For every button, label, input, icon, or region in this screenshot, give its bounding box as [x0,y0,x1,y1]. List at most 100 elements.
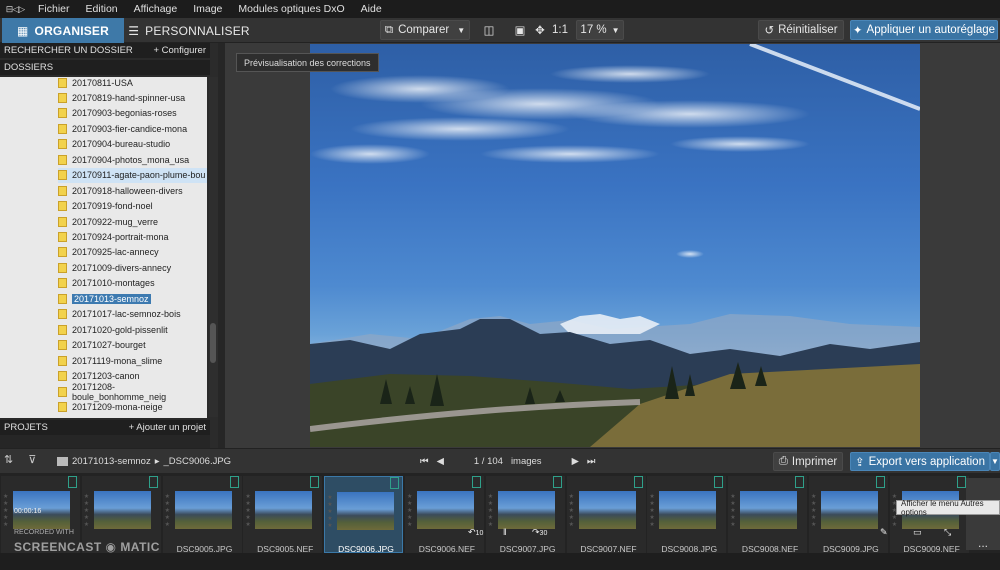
compare-view-icon[interactable]: ▭ [913,527,922,538]
rating-stars-icon[interactable]: ★ ★ ★ ★ ★ [165,494,172,529]
rating-stars-icon[interactable]: ★ ★ ★ ★ ★ [649,494,656,529]
print-label: Imprimer [791,455,838,468]
export-dropdown[interactable]: ▼ [990,452,1000,471]
filmstrip-item[interactable]: ★ ★ ★ ★ ★ [647,476,727,553]
breadcrumb-folder[interactable]: 20171013-semnoz [72,456,151,467]
sort-filter-controls[interactable]: ⇅ ⊽ [4,453,52,469]
folder-item[interactable]: 20171009-divers-annecy [58,260,207,275]
folder-icon [58,216,67,227]
filmstrip-item[interactable]: ★ ★ ★ ★ ★ [809,476,888,553]
pause-icon[interactable]: ‖ [503,527,507,537]
add-project-link[interactable]: + Ajouter un projet [129,422,206,433]
reset-button[interactable]: ↺ Réinitialiser [758,20,844,40]
collapse-icon[interactable]: ⤡ [944,527,951,538]
configure-link[interactable]: + Configurer [153,45,206,56]
first-image-icon[interactable]: ⏮ [420,456,429,467]
rating-stars-icon[interactable]: ★ ★ ★ ★ ★ [569,494,576,529]
rating-stars-icon[interactable]: ★ ★ ★ ★ ★ [245,494,252,529]
folder-scrollbar-thumb[interactable] [210,323,216,363]
tab-personalize[interactable]: ☰ PERSONNALISER [124,18,254,43]
correction-flag-icon [633,476,643,488]
filmstrip-item[interactable]: ★ ★ ★ ★ ★ [566,476,646,553]
folder-label: 20170924-portrait-mona [72,232,169,242]
folder-icon [58,154,67,165]
rotate-left-icon[interactable]: ↶10 [468,527,483,538]
folder-item[interactable]: 20171208-boule_bonhomme_neig [58,382,207,402]
filmstrip-item[interactable]: ★ ★ ★ ★ ★ [162,476,242,553]
split-view-icon[interactable]: ◫ [478,20,500,40]
image-counter: 1 / 104 [473,455,503,467]
menu-aide[interactable]: Aide [353,3,390,15]
last-image-icon[interactable]: ⏭ [587,456,596,467]
folder-label: 20170919-fond-noel [72,201,153,212]
printer-icon: ⎙ [778,455,788,467]
folder-icon [58,247,67,258]
rating-stars-icon[interactable]: ★ ★ ★ ★ ★ [730,494,737,529]
rating-stars-icon[interactable]: ★ ★ ★ ★ ★ [811,494,818,529]
menu-fichier[interactable]: Fichier [30,3,78,15]
thumbnail-image [417,491,474,529]
rating-stars-icon[interactable]: ★ ★ ★ ★ ★ [3,494,10,529]
folder-item[interactable]: 20170922-mug_verre [58,214,207,229]
sort-icon[interactable]: ⇅ [4,454,13,466]
folder-item[interactable]: 20171209-mona-neige [58,399,207,414]
export-button[interactable]: ⇪ Export vers application [850,452,990,471]
rating-stars-icon[interactable]: ★ ★ ★ ★ ★ [488,494,495,529]
zoom-100-button[interactable]: 1:1 [551,20,569,40]
projects-list[interactable] [0,435,210,448]
rotate-right-icon[interactable]: ↷30 [532,527,547,538]
tab-organize[interactable]: ▦ ORGANISER [2,18,124,43]
folder-item[interactable]: 20170911-agate-paon-plume-bou [58,167,207,183]
reset-icon: ↺ [764,25,775,37]
rating-stars-icon[interactable]: ★ ★ ★ ★ ★ [327,495,334,530]
fit-screen-icon[interactable]: ▣ [512,20,528,40]
folder-item[interactable]: 20171017-lac-semnoz-bois [58,307,207,322]
folder-item[interactable]: 20170903-begonias-roses [58,106,207,121]
filmstrip-item[interactable]: ★ ★ ★ ★ ★ [324,476,404,553]
move-icon[interactable]: ✥ [532,20,548,40]
next-image-icon[interactable]: ▶ [572,456,579,467]
print-button[interactable]: ⎙ Imprimer [773,452,843,471]
folder-item[interactable]: 20171013-semnoz [58,291,207,306]
zoom-select[interactable]: 17 % ▼ [576,20,624,40]
compare-button[interactable]: ⧉ Comparer ▼ [380,20,470,40]
reset-label: Réinitialiser [778,24,838,36]
folder-item[interactable]: 20171027-bourget [58,338,207,353]
menu-affichage[interactable]: Affichage [126,3,186,15]
filmstrip-item[interactable]: ★ ★ ★ ★ ★ [243,476,323,553]
folder-item[interactable]: 20170811-USA [58,77,207,90]
folder-item[interactable]: 20170904-bureau-studio [58,137,207,152]
folder-item[interactable]: 20171020-gold-pissenlit [58,322,207,337]
filmstrip-item[interactable]: ★ ★ ★ ★ ★ [728,476,808,553]
folder-item[interactable]: 20171119-mona_slime [58,353,207,368]
folder-item[interactable]: 20170819-hand-spinner-usa [58,90,207,105]
folder-label: 20170904-photos_mona_usa [72,154,190,165]
chevron-down-icon: ▼ [611,25,620,35]
menu-modules-optiques[interactable]: Modules optiques DxO [230,3,352,15]
auto-adjust-button[interactable]: ✦ Appliquer un autoréglage [850,20,998,40]
folder-item[interactable]: 20170903-fier-candice-mona [58,121,207,136]
filmstrip-item[interactable]: ★ ★ ★ ★ ★ [405,476,484,553]
edit-pencil-icon[interactable]: ✎ [880,527,888,538]
auto-adjust-icon: ✦ [852,25,863,37]
filmstrip-item[interactable]: ★ ★ ★ ★ ★ [485,476,565,553]
folder-tree[interactable]: 20170811-USA 20170819-hand-spinner-usa 201… [0,77,207,418]
folder-item[interactable]: 20170925-lac-annecy [58,245,207,260]
folder-item[interactable]: 20170918-halloween-divers [58,183,207,198]
filter-icon[interactable]: ⊽ [28,454,36,466]
menu-image[interactable]: Image [185,3,230,15]
previous-image-icon[interactable]: ◀ [437,456,444,467]
correction-flag-icon [472,476,481,488]
folder-icon [58,262,67,273]
menu-edition[interactable]: Edition [78,3,126,15]
folder-item[interactable]: 20170919-fond-noel [58,199,207,214]
folder-scrollbar[interactable] [209,77,218,417]
correction-flag-icon [552,476,562,488]
folder-item[interactable]: 20170924-portrait-mona [58,230,207,245]
rating-stars-icon[interactable]: ★ ★ ★ ★ ★ [407,494,414,529]
rating-stars-icon[interactable]: ★ ★ ★ ★ ★ [84,494,91,529]
screencast-watermark: SCREENCAST ◉ MATIC [14,540,160,554]
folder-item[interactable]: 20170904-photos_mona_usa [58,152,207,167]
folder-item[interactable]: 20171010-montages [58,276,207,291]
panel-splitter[interactable] [218,43,225,448]
